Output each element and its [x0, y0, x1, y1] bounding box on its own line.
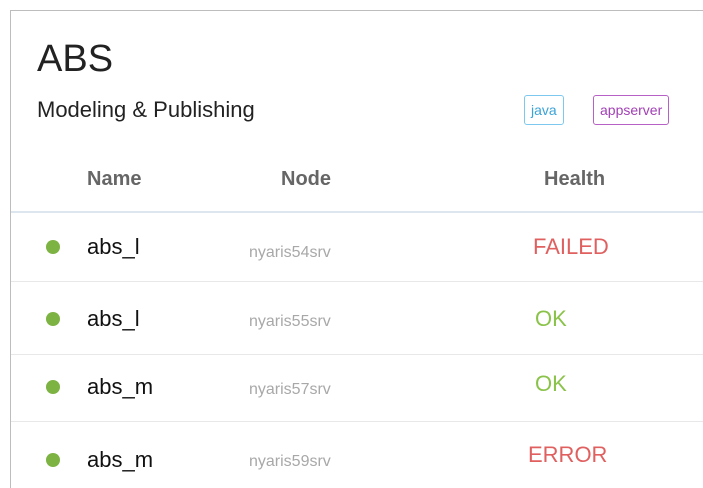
row-node: nyaris55srv [249, 313, 331, 330]
table-row[interactable]: abs_l nyaris54srv FAILED [11, 213, 703, 281]
row-name[interactable]: abs_l [87, 306, 140, 332]
row-name[interactable]: abs_l [87, 234, 140, 260]
service-card: ABS Modeling & Publishing java appserver… [10, 10, 703, 488]
status-dot-icon [46, 312, 60, 326]
row-node: nyaris54srv [249, 244, 331, 261]
status-dot-icon [46, 240, 60, 254]
table-row[interactable]: abs_l nyaris55srv OK [11, 282, 703, 350]
row-name[interactable]: abs_m [87, 374, 153, 400]
table-row[interactable]: abs_m nyaris57srv OK [11, 355, 703, 423]
column-header-node[interactable]: Node [281, 167, 331, 191]
column-header-name[interactable]: Name [87, 167, 141, 191]
row-node: nyaris57srv [249, 381, 331, 398]
row-health: OK [535, 306, 567, 331]
tag-appserver[interactable]: appserver [593, 95, 670, 125]
page-margin [0, 0, 703, 10]
status-dot-icon [46, 453, 60, 467]
service-subtitle: Modeling & Publishing [37, 97, 255, 122]
status-dot-icon [46, 380, 60, 394]
row-name[interactable]: abs_m [87, 447, 153, 473]
table-row[interactable]: abs_m nyaris59srv ERROR [11, 422, 703, 488]
row-health: OK [535, 371, 567, 396]
service-title: ABS [37, 38, 114, 80]
row-health: ERROR [528, 442, 608, 467]
column-header-health[interactable]: Health [544, 167, 605, 191]
row-health: FAILED [533, 234, 609, 259]
row-node: nyaris59srv [249, 453, 331, 470]
tag-java[interactable]: java [524, 95, 564, 125]
